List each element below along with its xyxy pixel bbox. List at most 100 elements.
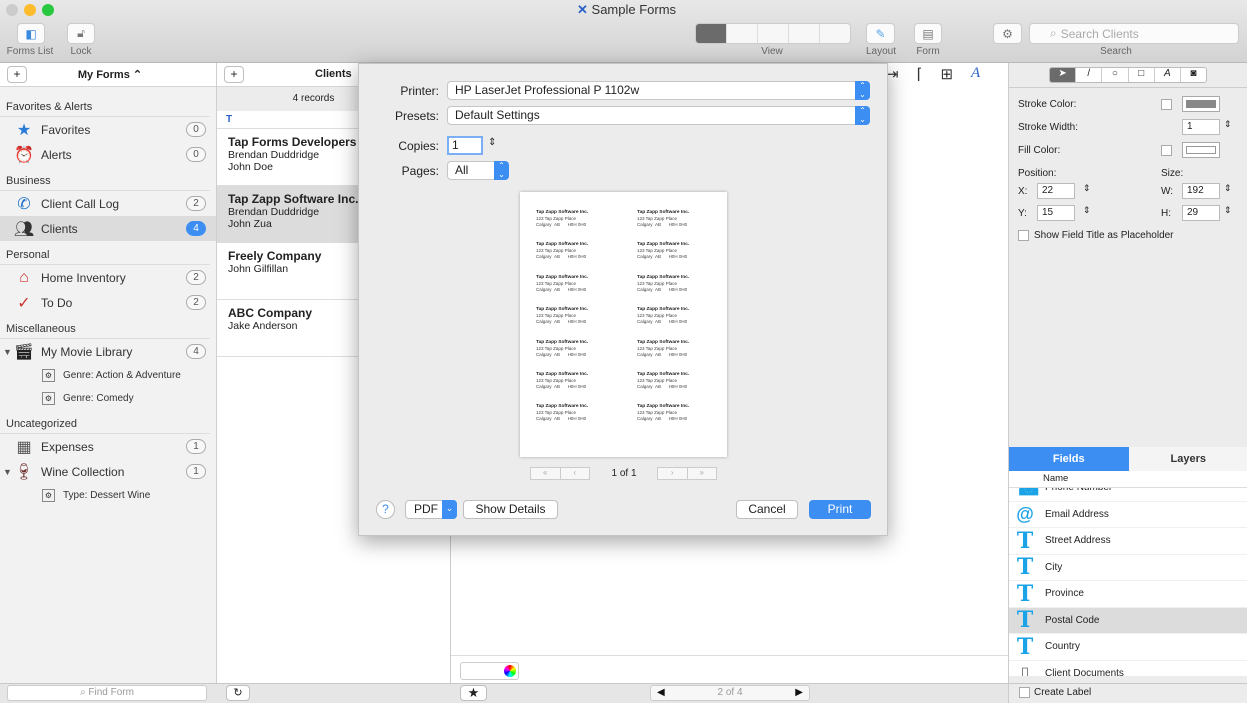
field-item[interactable]: T City [1009, 554, 1247, 581]
next-record-button[interactable]: ▶ [795, 686, 803, 700]
count-badge: 2 [186, 270, 206, 285]
add-record-button[interactable]: + [224, 66, 244, 83]
page-indicator: 1 of 1 [611, 468, 637, 479]
favorite-button[interactable]: ★ [460, 685, 487, 701]
count-badge: 1 [186, 464, 206, 479]
sidebar-item[interactable]: ✆ Client Call Log 2 [0, 191, 216, 216]
disclosure-triangle[interactable]: ▼ [3, 347, 12, 357]
y-stepper[interactable]: ⇕ [1083, 205, 1091, 216]
sidebar-item[interactable]: ▼ 🎬︎ My Movie Library 4 [0, 339, 216, 364]
sidebar-item[interactable]: ▦ Expenses 1 [0, 434, 216, 459]
label-city: Calgary [637, 384, 653, 389]
forms-list-button[interactable]: ◧ [17, 23, 45, 44]
field-item[interactable]: ☎Phone Number [1009, 488, 1247, 502]
sidebar-item[interactable]: ✓ To Do 2 [0, 290, 216, 315]
fill-color-checkbox[interactable] [1161, 145, 1172, 156]
x-input[interactable]: 22 [1037, 183, 1075, 199]
close-button[interactable] [6, 4, 18, 16]
settings-button[interactable]: ⚙ [993, 23, 1022, 44]
search-input[interactable]: ⌕ Search Clients [1029, 23, 1239, 44]
cancel-button[interactable]: Cancel [736, 500, 798, 519]
last-page-button[interactable]: » [686, 468, 717, 479]
field-item[interactable]: T Street Address [1009, 528, 1247, 555]
width-input[interactable]: 192 [1182, 183, 1220, 199]
pdf-menu-button[interactable]: PDF ⌄ [405, 500, 457, 519]
previous-record-button[interactable]: ◀ [657, 686, 665, 700]
field-item[interactable]: ▯ Client Documents [1009, 660, 1247, 676]
saved-search-item[interactable]: ⚙ Genre: Action & Adventure [0, 364, 216, 387]
add-form-button[interactable]: + [7, 66, 27, 83]
oval-tool-icon[interactable]: ○ [1101, 68, 1128, 82]
presets-select[interactable]: Default Settings ⌃ ⌄ [447, 106, 870, 125]
wine-bottles-icon: 🍷︎ [13, 463, 35, 481]
stroke-width-input[interactable]: 1 [1182, 119, 1220, 135]
field-item[interactable]: T Postal Code [1009, 607, 1247, 634]
fill-color-well[interactable] [1182, 142, 1220, 158]
stroke-color-well[interactable] [1182, 96, 1220, 112]
view-multi-column-button[interactable] [788, 24, 819, 43]
view-segmented-control[interactable] [695, 23, 851, 44]
pdf-label: PDF [414, 502, 438, 516]
field-item[interactable]: T Province [1009, 581, 1247, 608]
view-calendar-button[interactable] [757, 24, 788, 43]
height-stepper[interactable]: ⇕ [1224, 205, 1232, 216]
view-form-button[interactable] [726, 24, 757, 43]
height-input[interactable]: 29 [1182, 205, 1220, 221]
minimize-button[interactable] [24, 4, 36, 16]
name-column-header[interactable]: Name [1009, 471, 1247, 488]
text-tool-icon[interactable]: A [1153, 68, 1180, 82]
zoom-button[interactable] [42, 4, 54, 16]
tab-fields[interactable]: Fields [1009, 447, 1129, 471]
my-forms-selector[interactable]: My Forms ⌃ [60, 68, 160, 81]
form-label: Form [916, 46, 940, 57]
show-details-button[interactable]: Show Details [463, 500, 558, 519]
help-button[interactable]: ? [376, 500, 395, 519]
camera-tool-icon[interactable]: ◙ [1179, 68, 1206, 82]
sidebar-item[interactable]: ▼ 🍷︎ Wine Collection 1 [0, 459, 216, 484]
font-icon[interactable]: A [971, 65, 980, 83]
pointer-tool-icon[interactable]: ➤ [1050, 68, 1076, 82]
copies-stepper[interactable]: ⇕ [488, 137, 496, 148]
saved-search-item[interactable]: ⚙ Type: Dessert Wine [0, 484, 216, 507]
view-grid-button[interactable] [819, 24, 850, 43]
form-button[interactable]: ▤ [914, 23, 942, 44]
label-company: Tap Zapp Software Inc. [637, 242, 690, 248]
lock-button[interactable]: 🔓︎ [67, 23, 95, 44]
rectangle-tool-icon[interactable]: □ [1127, 68, 1154, 82]
first-page-button[interactable]: « [531, 468, 560, 479]
stroke-width-stepper[interactable]: ⇕ [1224, 119, 1232, 130]
pages-select[interactable]: All ⌃ ⌄ [447, 161, 509, 180]
create-label-checkbox[interactable] [1019, 687, 1030, 698]
y-input[interactable]: 15 [1037, 205, 1075, 221]
sidebar-item[interactable]: 👥︎ Clients 4 [0, 216, 216, 241]
sidebar-item[interactable]: ⌂ Home Inventory 2 [0, 265, 216, 290]
print-button[interactable]: Print [809, 500, 871, 519]
grid-icon[interactable]: ⊞ [940, 65, 953, 83]
view-columns-button[interactable] [696, 24, 726, 43]
ruler-icon[interactable]: ⌈ [917, 65, 923, 83]
field-item[interactable]: T Country [1009, 634, 1247, 661]
layout-button[interactable]: ✎ [866, 23, 895, 44]
disclosure-triangle[interactable]: ▼ [3, 467, 12, 477]
copies-input[interactable]: 1 [447, 136, 483, 155]
line-tool-icon[interactable]: / [1075, 68, 1102, 82]
label-city: Calgary [637, 254, 653, 260]
next-page-button[interactable]: › [658, 468, 687, 479]
chevron-updown-icon: ⌃ ⌄ [855, 106, 870, 125]
stroke-color-checkbox[interactable] [1161, 99, 1172, 110]
color-well[interactable] [460, 662, 519, 680]
saved-search-item[interactable]: ⚙ Genre: Comedy [0, 387, 216, 410]
previous-page-button[interactable]: ‹ [559, 468, 590, 479]
field-item[interactable]: @ Email Address [1009, 501, 1247, 528]
find-form-input[interactable]: ⌕ Find Form [7, 685, 207, 701]
tab-layers[interactable]: Layers [1128, 447, 1247, 471]
width-stepper[interactable]: ⇕ [1224, 183, 1232, 194]
sidebar-item[interactable]: ★ Favorites 0 [0, 117, 216, 142]
sidebar-item-label: Alerts [41, 147, 72, 162]
printer-select[interactable]: HP LaserJet Professional P 1102w ⌃ ⌄ [447, 81, 870, 100]
refresh-button[interactable]: ↻ [226, 685, 250, 701]
x-stepper[interactable]: ⇕ [1083, 183, 1091, 194]
house-icon: ⌂ [19, 268, 29, 286]
sidebar-item[interactable]: ⏰ Alerts 0 [0, 142, 216, 167]
placeholder-checkbox[interactable] [1018, 230, 1029, 241]
